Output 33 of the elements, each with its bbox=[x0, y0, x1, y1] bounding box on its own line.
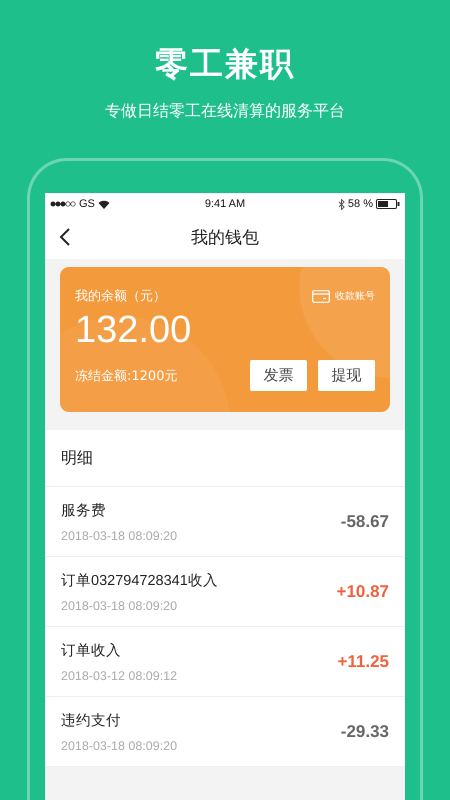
transaction-amount: -58.67 bbox=[340, 512, 389, 532]
transaction-amount: +10.87 bbox=[336, 582, 389, 602]
balance-amount: 132.00 bbox=[75, 309, 192, 352]
transaction-title: 服务费 bbox=[61, 502, 107, 520]
battery-icon bbox=[376, 199, 400, 209]
transaction-amount: +11.25 bbox=[337, 652, 389, 672]
wifi-icon bbox=[98, 200, 110, 208]
headline: 零工兼职 bbox=[155, 43, 295, 85]
transaction-title: 违约支付 bbox=[61, 712, 122, 730]
carrier-name: GS bbox=[79, 198, 95, 210]
transaction-row[interactable]: 订单收入 2018-03-12 08:09:12 +11.25 bbox=[45, 627, 405, 697]
signal-icon bbox=[50, 201, 76, 207]
section-title: 明细 bbox=[45, 430, 405, 487]
transaction-date: 2018-03-18 08:09:20 bbox=[61, 528, 178, 542]
card-button[interactable]: 提现 bbox=[318, 360, 375, 391]
bluetooth-icon bbox=[338, 198, 345, 210]
balance-label: 我的余额（元） bbox=[75, 288, 166, 305]
status-time: 9:41 AM bbox=[204, 198, 246, 210]
transaction-title: 订单032794728341收入 bbox=[61, 572, 218, 590]
battery-percent: 58 % bbox=[348, 198, 373, 210]
card-icon bbox=[312, 290, 330, 302]
back-icon[interactable] bbox=[59, 227, 71, 247]
transaction-date: 2018-03-18 08:09:20 bbox=[61, 598, 178, 612]
transaction-date: 2018-03-12 08:09:12 bbox=[61, 668, 178, 682]
card-button[interactable]: 发票 bbox=[250, 360, 307, 391]
transaction-amount: -29.33 bbox=[340, 722, 389, 742]
transaction-title: 订单收入 bbox=[61, 642, 122, 660]
frozen-amount: 冻结金额:1200元 bbox=[75, 368, 178, 384]
page-title: 我的钱包 bbox=[191, 226, 259, 248]
transaction-row[interactable]: 订单032794728341收入 2018-03-18 08:09:20 +10.87 bbox=[45, 557, 405, 627]
transaction-date: 2018-03-18 08:09:20 bbox=[61, 738, 178, 752]
tagline: 专做日结零工在线清算的服务平台 bbox=[105, 101, 345, 122]
transaction-row[interactable]: 服务费 2018-03-18 08:09:20 -58.67 bbox=[45, 487, 405, 557]
